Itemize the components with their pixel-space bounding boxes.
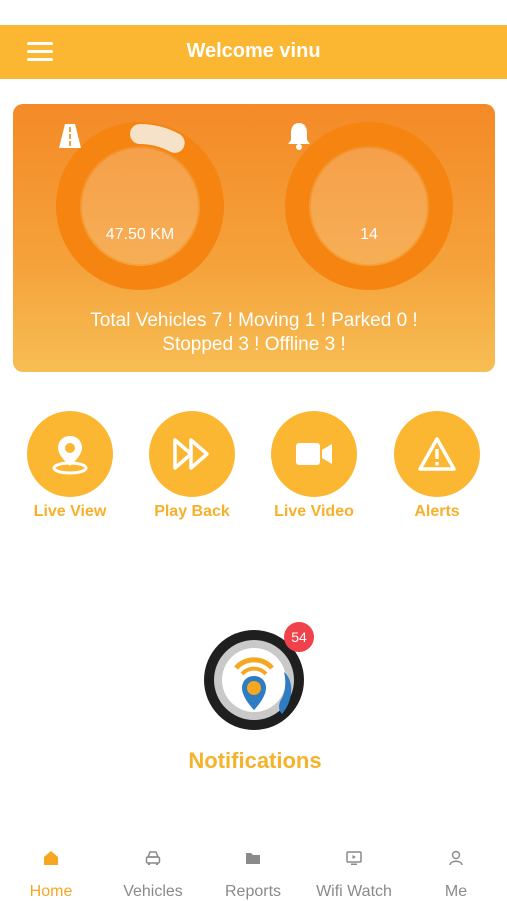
live-video-button[interactable]: Live Video <box>259 411 369 521</box>
alerts-ring[interactable]: 14 <box>283 120 455 292</box>
play-back-label: Play Back <box>154 503 230 520</box>
notification-count-badge: 54 <box>284 622 314 652</box>
nav-vehicles[interactable]: Vehicles <box>103 850 203 901</box>
video-camera-icon <box>296 443 332 465</box>
nav-wifi-watch[interactable]: Wifi Watch <box>304 850 404 901</box>
alerts-label: Alerts <box>414 503 460 520</box>
quick-actions: Live View Play Back Live Video Alerts <box>0 411 507 531</box>
tv-icon <box>346 851 362 865</box>
nav-me[interactable]: Me <box>406 850 506 901</box>
nav-home[interactable]: Home <box>1 850 101 901</box>
summary-line-1: Total Vehicles 7 ! Moving 1 ! Parked 0 ! <box>90 310 418 331</box>
vehicle-summary: Total Vehicles 7 ! Moving 1 ! Parked 0 !… <box>13 309 495 357</box>
summary-line-2: Stopped 3 ! Offline 3 ! <box>162 334 346 355</box>
alerts-circle <box>394 411 480 497</box>
alerts-count: 14 <box>360 226 378 243</box>
play-back-button[interactable]: Play Back <box>137 411 247 521</box>
top-bar: Welcome vinu <box>0 25 507 79</box>
live-view-label: Live View <box>33 503 107 520</box>
notifications-button[interactable]: 54 Notifications <box>150 620 360 790</box>
location-pin-icon <box>52 436 88 475</box>
alerts-ring-inner <box>311 148 427 264</box>
fast-forward-icon <box>173 438 209 470</box>
notifications-label: Notifications <box>188 748 322 773</box>
page-title: Welcome vinu <box>186 40 321 62</box>
distance-ring: 47.50 KM <box>54 120 226 292</box>
bottom-nav: Home Vehicles Reports Wifi Watch Me <box>0 840 507 900</box>
nav-me-label: Me <box>444 883 468 900</box>
stats-card: 47.50 KM 14 Total Vehicles 7 ! Moving 1 … <box>13 104 495 372</box>
road-icon <box>59 124 81 148</box>
folder-icon <box>246 853 260 864</box>
nav-wifi-watch-label: Wifi Watch <box>316 883 392 900</box>
nav-home-label: Home <box>29 883 73 900</box>
car-icon <box>145 851 161 865</box>
alerts-button[interactable]: Alerts <box>382 411 492 521</box>
user-icon <box>449 850 463 866</box>
distance-value: 47.50 KM <box>105 226 175 243</box>
bell-icon <box>288 123 310 150</box>
live-view-circle <box>27 411 113 497</box>
live-video-label: Live Video <box>274 503 354 520</box>
nav-reports[interactable]: Reports <box>203 850 303 901</box>
nav-reports-label: Reports <box>224 883 282 900</box>
live-video-circle <box>271 411 357 497</box>
play-back-circle <box>149 411 235 497</box>
nav-vehicles-label: Vehicles <box>123 883 183 900</box>
warning-icon <box>418 437 456 471</box>
distance-ring-inner <box>82 148 198 264</box>
home-icon <box>44 851 58 865</box>
live-view-button[interactable]: Live View <box>15 411 125 521</box>
